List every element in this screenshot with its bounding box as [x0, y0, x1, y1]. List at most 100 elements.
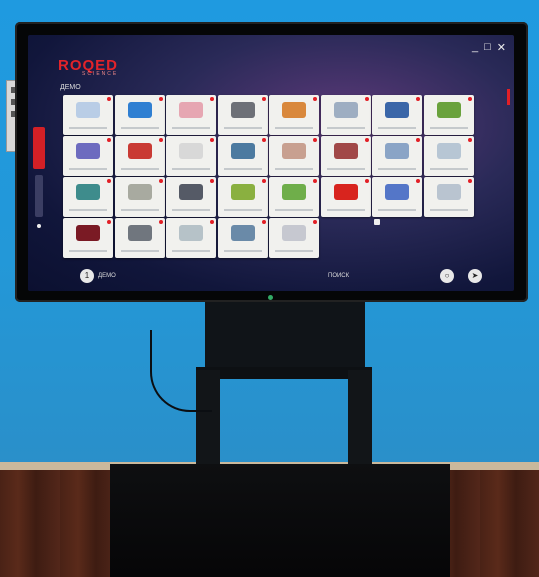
new-badge-dot	[313, 220, 317, 224]
window-controls: _ □ ✕	[472, 41, 506, 54]
model-thumbnail	[230, 143, 255, 159]
model-caption	[326, 127, 365, 129]
model-tile[interactable]	[217, 136, 268, 176]
side-tab[interactable]	[35, 175, 43, 217]
model-tile[interactable]	[372, 136, 422, 176]
new-badge-dot	[261, 138, 266, 142]
model-tile[interactable]	[63, 177, 113, 217]
page-indicator-button[interactable]: 1	[80, 269, 94, 283]
new-badge-dot	[313, 179, 317, 183]
bottom-left-label[interactable]: ДЕМО	[98, 273, 116, 279]
scrollbar-thumb[interactable]	[507, 89, 510, 105]
model-tile[interactable]	[269, 177, 319, 217]
model-caption	[120, 209, 159, 211]
new-badge-dot	[261, 97, 266, 101]
new-badge-dot	[261, 179, 266, 183]
stand-leg-right	[348, 370, 372, 470]
new-badge-dot	[467, 138, 472, 142]
search-icon[interactable]: ○	[440, 269, 454, 283]
model-tile[interactable]	[372, 95, 422, 135]
model-tile[interactable]	[372, 177, 422, 217]
model-tile[interactable]	[63, 218, 113, 258]
model-caption	[378, 127, 416, 129]
new-badge-dot	[416, 179, 420, 183]
new-badge-dot	[416, 97, 420, 101]
model-thumbnail	[282, 225, 306, 241]
model-thumbnail	[179, 225, 203, 241]
model-tile[interactable]	[320, 95, 371, 135]
new-badge-dot	[364, 97, 369, 101]
model-caption	[69, 127, 107, 129]
model-caption	[326, 168, 365, 170]
new-badge-dot	[107, 138, 111, 142]
maximize-icon[interactable]: □	[484, 41, 491, 54]
new-badge-dot	[364, 179, 369, 183]
model-thumbnail	[76, 184, 100, 200]
model-tile[interactable]	[166, 177, 216, 217]
model-tile[interactable]	[423, 136, 474, 176]
model-tile[interactable]	[63, 136, 113, 176]
model-thumbnail	[333, 143, 358, 159]
new-badge-dot	[416, 138, 420, 142]
model-caption	[120, 168, 159, 170]
model-thumbnail	[385, 143, 409, 159]
new-badge-dot	[107, 97, 111, 101]
new-badge-dot	[107, 179, 111, 183]
model-thumbnail	[436, 143, 461, 159]
model-thumbnail	[127, 184, 152, 200]
model-thumbnail	[76, 225, 100, 241]
model-tile[interactable]	[269, 95, 319, 135]
model-tile[interactable]	[269, 136, 319, 176]
new-badge-dot	[313, 138, 317, 142]
bottom-center-label[interactable]: ПОИСК	[328, 273, 349, 279]
minimize-icon[interactable]: _	[472, 41, 478, 54]
model-thumbnail	[282, 102, 306, 118]
close-icon[interactable]: ✕	[497, 41, 506, 54]
model-tile[interactable]	[166, 95, 216, 135]
model-tile[interactable]	[217, 95, 268, 135]
model-tile[interactable]	[166, 136, 216, 176]
model-caption	[429, 209, 468, 211]
model-caption	[275, 209, 313, 211]
model-caption	[429, 127, 468, 129]
new-badge-dot	[158, 220, 163, 224]
model-thumbnail	[179, 102, 203, 118]
model-tile[interactable]	[166, 218, 216, 258]
new-badge-dot	[467, 179, 472, 183]
app-screen: ROQED SCIENCE ДЕМО _ □ ✕ 1 ДЕМО ПОИСК ○ …	[28, 35, 514, 291]
model-caption	[378, 209, 416, 211]
model-tile[interactable]	[217, 218, 268, 258]
model-tile[interactable]	[217, 177, 268, 217]
model-tile[interactable]	[320, 136, 371, 176]
model-caption	[223, 250, 262, 252]
model-caption	[275, 250, 313, 252]
model-tile[interactable]	[114, 136, 165, 176]
model-tile[interactable]	[114, 177, 165, 217]
model-caption	[69, 168, 107, 170]
model-thumbnail	[230, 102, 255, 118]
model-tile[interactable]	[63, 95, 113, 135]
model-thumbnail	[127, 143, 152, 159]
model-caption	[69, 250, 107, 252]
model-caption	[172, 250, 210, 252]
model-thumbnail	[230, 184, 255, 200]
stand-mount	[205, 300, 365, 372]
model-tile[interactable]	[114, 95, 165, 135]
new-badge-dot	[467, 97, 472, 101]
model-tile[interactable]	[320, 177, 371, 217]
new-badge-dot	[107, 220, 111, 224]
new-badge-dot	[210, 220, 214, 224]
model-tile[interactable]	[114, 218, 165, 258]
model-thumbnail	[76, 102, 100, 118]
model-thumbnail	[282, 184, 306, 200]
model-caption	[223, 209, 262, 211]
model-tile[interactable]	[423, 177, 474, 217]
model-caption	[378, 168, 416, 170]
model-caption	[120, 250, 159, 252]
model-caption	[223, 168, 262, 170]
side-tab-active[interactable]	[33, 127, 45, 169]
model-thumbnail	[179, 143, 203, 159]
model-tile[interactable]	[269, 218, 319, 258]
model-tile[interactable]	[423, 95, 474, 135]
send-icon[interactable]: ➤	[468, 269, 482, 283]
